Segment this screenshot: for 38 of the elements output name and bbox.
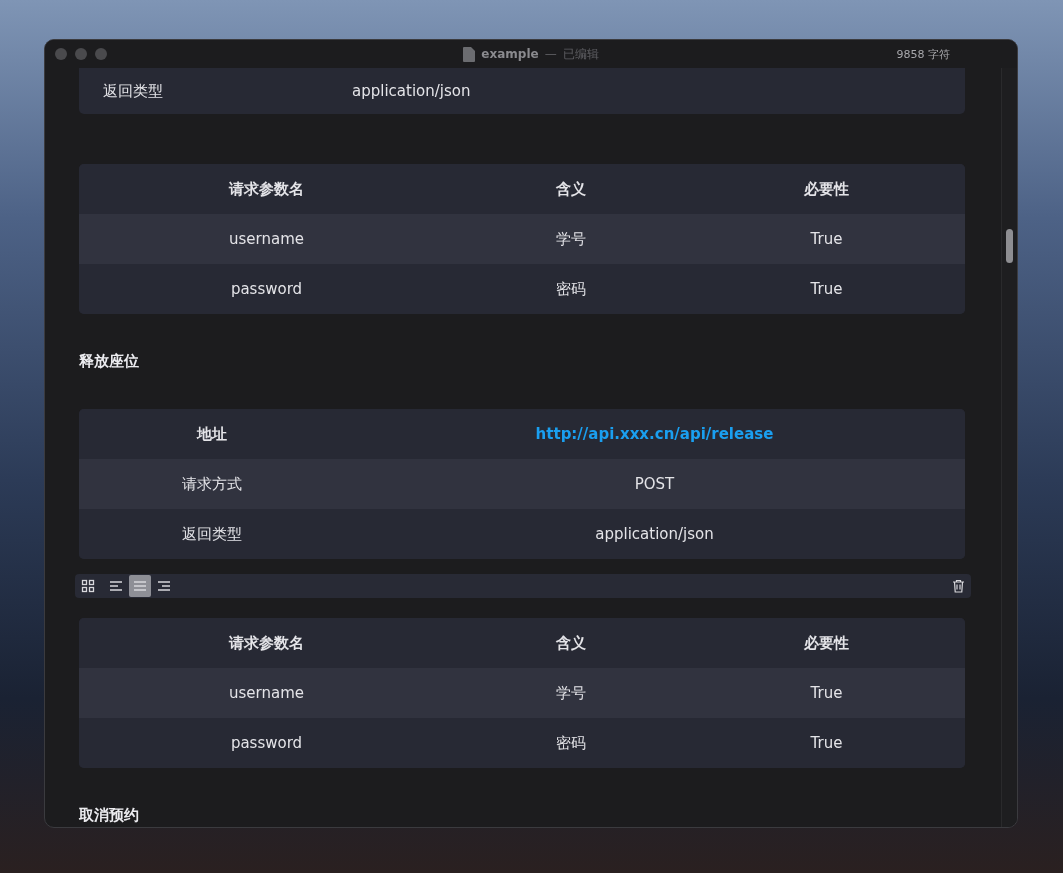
- section-heading: 取消预约: [79, 806, 140, 825]
- table-cell-text: username: [228, 684, 305, 702]
- window-title: example: [481, 47, 539, 61]
- table-cell-text: True: [809, 734, 844, 752]
- table-cell-text: 学号: [555, 229, 587, 249]
- title-separator: —: [544, 47, 557, 61]
- table-cell-text: 密码: [555, 733, 587, 753]
- table-cell-text: True: [809, 280, 844, 298]
- table-cell-text: application/json: [594, 525, 715, 543]
- edited-status: 已编辑: [562, 45, 599, 63]
- table-cell-text: True: [809, 684, 844, 702]
- column-header: 必要性: [803, 633, 850, 653]
- table-cell-text: 返回类型: [180, 524, 243, 544]
- table-cell-text: 密码: [555, 279, 587, 299]
- column-header: 含义: [555, 633, 587, 653]
- column-header: 请求参数名: [227, 633, 305, 653]
- table-cell-text: POST: [633, 475, 676, 493]
- api-link[interactable]: http://api.xxx.cn/api/release: [535, 425, 774, 443]
- table-cell-text: password: [229, 280, 304, 298]
- section-heading: 释放座位: [79, 352, 140, 371]
- character-count: 9858 字符: [896, 46, 950, 62]
- table-cell-text: True: [809, 230, 844, 248]
- table-cell-text: username: [228, 230, 305, 248]
- table-cell-text: application/json: [352, 82, 472, 100]
- table-cell-text: 请求方式: [180, 474, 243, 494]
- table-cell-text: 返回类型: [102, 81, 164, 101]
- column-header: 含义: [555, 179, 587, 199]
- zoom-button[interactable]: [95, 48, 107, 60]
- scrollbar[interactable]: [1001, 68, 1017, 827]
- column-header: 必要性: [803, 179, 850, 199]
- table-cell-text: 地址: [195, 424, 228, 444]
- document-icon: [463, 46, 476, 62]
- trash-icon[interactable]: [952, 579, 965, 593]
- close-button[interactable]: [55, 48, 67, 60]
- table-cell-text: password: [229, 734, 304, 752]
- table-cell-text: 学号: [555, 683, 587, 703]
- minimize-button[interactable]: [75, 48, 87, 60]
- column-header: 请求参数名: [227, 179, 305, 199]
